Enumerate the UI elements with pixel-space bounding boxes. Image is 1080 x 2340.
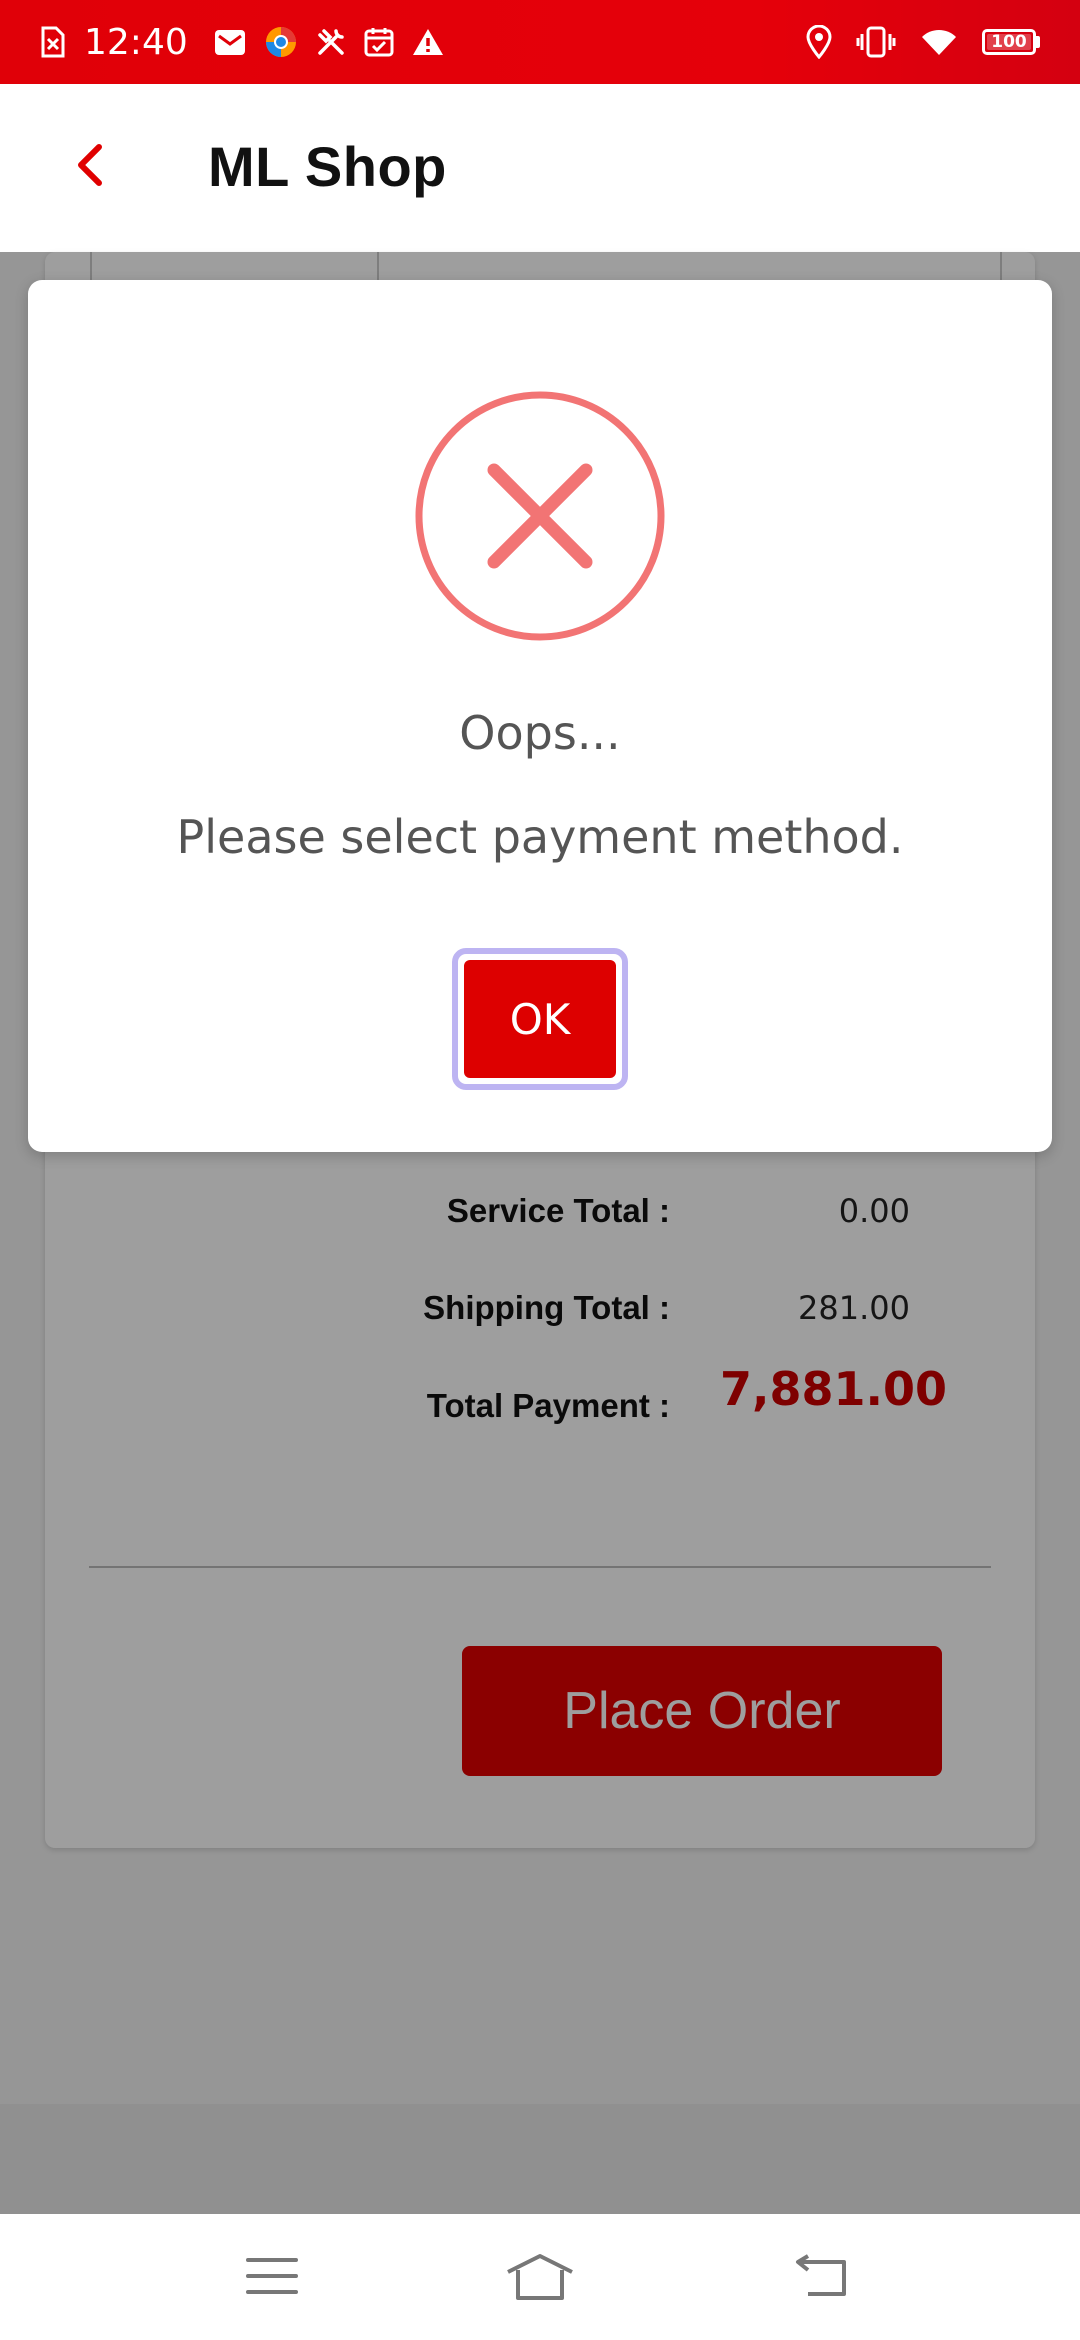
status-time: 12:40 xyxy=(84,21,188,63)
nav-home-button[interactable] xyxy=(500,2238,580,2318)
battery-level: 100 xyxy=(982,29,1036,55)
ok-button-focus-ring: OK xyxy=(452,948,628,1090)
chevron-left-icon xyxy=(75,143,105,192)
ok-button[interactable]: OK xyxy=(464,960,616,1078)
battery-cap xyxy=(1036,36,1040,48)
dialog-title: Oops... xyxy=(459,706,621,760)
nav-back-button[interactable] xyxy=(782,2238,862,2318)
status-right: 100 xyxy=(806,25,1040,59)
system-nav-bar xyxy=(0,2214,1080,2340)
status-bar: 12:40 100 xyxy=(0,0,1080,84)
wifi-icon xyxy=(920,27,958,57)
error-x-icon xyxy=(414,390,666,642)
nav-menu-button[interactable] xyxy=(232,2238,312,2318)
menu-icon xyxy=(246,2256,298,2301)
home-icon xyxy=(504,2252,576,2305)
dialog-message: Please select payment method. xyxy=(176,810,904,864)
back-button[interactable] xyxy=(62,134,118,200)
vibrate-icon xyxy=(856,26,896,58)
location-icon xyxy=(806,25,832,59)
app-title: ML Shop xyxy=(208,135,447,198)
error-dialog: Oops... Please select payment method. OK xyxy=(28,280,1052,1152)
calendar-icon xyxy=(364,27,394,57)
sim-off-icon xyxy=(40,26,66,58)
browser-icon xyxy=(264,25,298,59)
battery-icon: 100 xyxy=(982,29,1040,55)
warning-icon xyxy=(412,27,444,57)
app-bar: ML Shop xyxy=(0,84,1080,252)
tools-icon xyxy=(316,27,346,57)
status-left: 12:40 xyxy=(40,22,444,63)
mail-icon xyxy=(214,27,246,57)
back-icon xyxy=(794,2253,850,2303)
